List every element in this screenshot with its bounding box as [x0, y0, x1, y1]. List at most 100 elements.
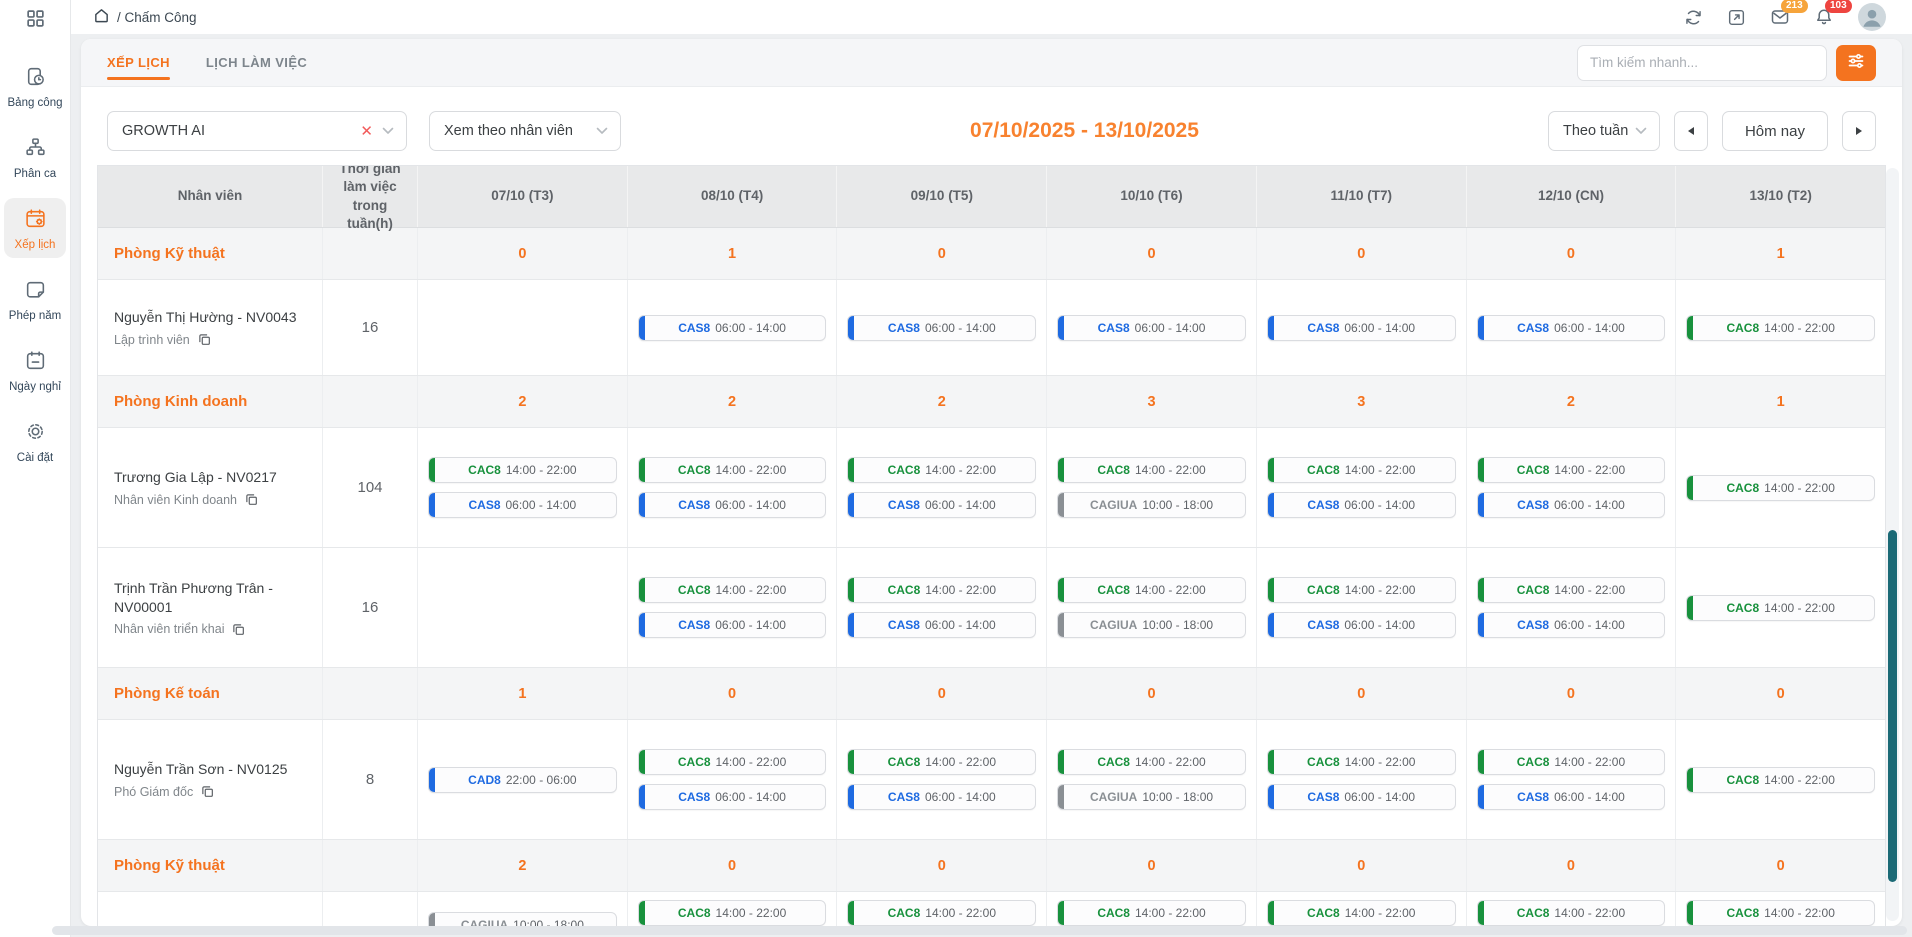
home-icon[interactable]: [93, 7, 110, 27]
shift-chip[interactable]: CAS806:00 - 14:00: [1477, 784, 1666, 810]
search-input[interactable]: [1577, 45, 1827, 81]
sidebar-item-bang-cong[interactable]: Bảng công: [4, 56, 66, 116]
shift-chip[interactable]: CAC814:00 - 22:00: [1057, 749, 1246, 775]
schedule-day-cell[interactable]: CAC814:00 - 22:00: [1676, 892, 1885, 926]
sidebar-item-phep-nam[interactable]: Phép năm: [4, 269, 66, 329]
shift-chip[interactable]: CAGIUA10:00 - 18:00: [428, 912, 617, 926]
schedule-day-cell[interactable]: CAC814:00 - 22:00 CAS806:00 - 14:00: [1467, 428, 1677, 547]
schedule-day-cell[interactable]: CAS806:00 - 14:00: [1467, 280, 1677, 375]
prev-week-button[interactable]: [1674, 111, 1708, 151]
shift-chip[interactable]: CAS806:00 - 14:00: [1267, 492, 1456, 518]
schedule-day-cell[interactable]: CAC814:00 - 22:00: [1676, 548, 1885, 667]
today-button[interactable]: Hôm nay: [1722, 111, 1828, 151]
schedule-day-cell[interactable]: CAC814:00 - 22:00 CAS806:00 - 14:00: [628, 720, 838, 839]
shift-chip[interactable]: CAS806:00 - 14:00: [638, 784, 827, 810]
horizontal-scrollbar[interactable]: [52, 926, 1907, 935]
app-grid-icon[interactable]: [25, 8, 46, 32]
shift-chip[interactable]: CAC814:00 - 22:00: [847, 457, 1036, 483]
schedule-day-cell[interactable]: CAD822:00 - 06:00: [418, 720, 628, 839]
shift-chip[interactable]: CAC814:00 - 22:00: [847, 900, 1036, 926]
shift-chip[interactable]: CAC814:00 - 22:00: [1477, 457, 1666, 483]
copy-icon[interactable]: [198, 333, 211, 346]
schedule-day-cell[interactable]: CAC814:00 - 22:00 CAS806:00 - 14:00: [418, 428, 628, 547]
schedule-day-cell[interactable]: CAS806:00 - 14:00: [1047, 280, 1257, 375]
shift-chip[interactable]: CAC814:00 - 22:00: [428, 457, 617, 483]
shift-chip[interactable]: CAC814:00 - 22:00: [847, 749, 1036, 775]
shift-chip[interactable]: CAS806:00 - 14:00: [428, 492, 617, 518]
shift-chip[interactable]: CAC814:00 - 22:00: [1477, 577, 1666, 603]
shift-chip[interactable]: CAS806:00 - 14:00: [638, 612, 827, 638]
schedule-day-cell[interactable]: CAC814:00 - 22:00: [1676, 428, 1885, 547]
shift-chip[interactable]: CAS806:00 - 14:00: [847, 784, 1036, 810]
shift-chip[interactable]: CAC814:00 - 22:00: [1686, 900, 1875, 926]
sidebar-item-phan-ca[interactable]: Phân ca: [4, 127, 66, 187]
schedule-day-cell[interactable]: CAC814:00 - 22:00CAS806:00 - 14:00: [628, 548, 838, 667]
shift-chip[interactable]: CAC814:00 - 22:00: [1267, 749, 1456, 775]
tab-xep-lich[interactable]: XẾP LỊCH: [107, 39, 170, 86]
fullscreen-icon[interactable]: [1727, 8, 1746, 27]
schedule-day-cell[interactable]: CAGIUA10:00 - 18:00: [418, 892, 628, 926]
shift-chip[interactable]: CAC814:00 - 22:00: [1057, 900, 1246, 926]
schedule-day-cell[interactable]: [418, 548, 628, 667]
schedule-day-cell[interactable]: CAS806:00 - 14:00: [628, 280, 838, 375]
department-select[interactable]: GROWTH AI ✕: [107, 111, 407, 151]
schedule-day-cell[interactable]: CAC814:00 - 22:00: [628, 892, 838, 926]
shift-chip[interactable]: CAC814:00 - 22:00: [1057, 577, 1246, 603]
schedule-day-cell[interactable]: CAC814:00 - 22:00CAS806:00 - 14:00: [1467, 720, 1677, 839]
shift-chip[interactable]: CAS806:00 - 14:00: [638, 315, 827, 341]
shift-chip[interactable]: CAC814:00 - 22:00: [847, 577, 1036, 603]
view-mode-select[interactable]: Xem theo nhân viên: [429, 111, 621, 151]
shift-chip[interactable]: CAC814:00 - 22:00: [1686, 475, 1875, 501]
shift-chip[interactable]: CAC814:00 - 22:00: [638, 457, 827, 483]
shift-chip[interactable]: CAC814:00 - 22:00: [1267, 457, 1456, 483]
shift-chip[interactable]: CAC814:00 - 22:00: [1477, 900, 1666, 926]
shift-chip[interactable]: CAGIUA10:00 - 18:00: [1057, 612, 1246, 638]
copy-icon[interactable]: [201, 785, 214, 798]
schedule-day-cell[interactable]: CAC814:00 - 22:00 CAGIUA10:00 - 18:00: [1047, 548, 1257, 667]
schedule-day-cell[interactable]: CAC814:00 - 22:00CAS806:00 - 14:00: [837, 428, 1047, 547]
shift-chip[interactable]: CAD822:00 - 06:00: [428, 767, 617, 793]
shift-chip[interactable]: CAC814:00 - 22:00: [1686, 595, 1875, 621]
refresh-icon[interactable]: [1684, 8, 1703, 27]
schedule-day-cell[interactable]: CAC814:00 - 22:00: [837, 892, 1047, 926]
schedule-day-cell[interactable]: CAC814:00 - 22:00 CAS806:00 - 14:00: [1467, 548, 1677, 667]
tab-lich-lam-viec[interactable]: LỊCH LÀM VIỆC: [206, 39, 307, 86]
shift-chip[interactable]: CAS806:00 - 14:00: [1477, 612, 1666, 638]
schedule-day-cell[interactable]: CAC814:00 - 22:00 CAS806:00 - 14:00: [1257, 720, 1467, 839]
shift-chip[interactable]: CAS806:00 - 14:00: [1477, 315, 1666, 341]
shift-chip[interactable]: CAS806:00 - 14:00: [638, 492, 827, 518]
shift-chip[interactable]: CAC814:00 - 22:00: [1057, 457, 1246, 483]
schedule-day-cell[interactable]: CAC814:00 - 22:00 CAS806:00 - 14:00: [1257, 428, 1467, 547]
shift-chip[interactable]: CAC814:00 - 22:00: [638, 749, 827, 775]
shift-chip[interactable]: CAS806:00 - 14:00: [1267, 315, 1456, 341]
schedule-day-cell[interactable]: CAC814:00 - 22:00CAS806:00 - 14:00: [837, 548, 1047, 667]
schedule-day-cell[interactable]: CAC814:00 - 22:00 CAGIUA10:00 - 18:00: [1047, 428, 1257, 547]
copy-icon[interactable]: [245, 493, 258, 506]
schedule-day-cell[interactable]: CAC814:00 - 22:00 CAS806:00 - 14:00: [1257, 548, 1467, 667]
shift-chip[interactable]: CAS806:00 - 14:00: [1267, 612, 1456, 638]
shift-chip[interactable]: CAC814:00 - 22:00: [1267, 577, 1456, 603]
shift-chip[interactable]: CAC814:00 - 22:00: [638, 900, 827, 926]
clear-icon[interactable]: ✕: [360, 122, 373, 140]
schedule-day-cell[interactable]: CAC814:00 - 22:00: [1676, 280, 1885, 375]
shift-chip[interactable]: CAS806:00 - 14:00: [847, 315, 1036, 341]
schedule-day-cell[interactable]: CAC814:00 - 22:00: [1676, 720, 1885, 839]
mail-icon[interactable]: 213: [1770, 7, 1790, 27]
period-select[interactable]: Theo tuần: [1548, 111, 1660, 151]
schedule-day-cell[interactable]: CAC814:00 - 22:00: [1467, 892, 1677, 926]
shift-chip[interactable]: CAC814:00 - 22:00: [1686, 767, 1875, 793]
bell-icon[interactable]: 103: [1814, 7, 1834, 27]
shift-chip[interactable]: CAS806:00 - 14:00: [1267, 784, 1456, 810]
copy-icon[interactable]: [232, 623, 245, 636]
schedule-day-cell[interactable]: CAC814:00 - 22:00: [1047, 892, 1257, 926]
shift-chip[interactable]: CAC814:00 - 22:00: [1267, 900, 1456, 926]
shift-chip[interactable]: CAGIUA10:00 - 18:00: [1057, 492, 1246, 518]
next-week-button[interactable]: [1842, 111, 1876, 151]
filter-button[interactable]: [1836, 45, 1876, 81]
schedule-day-cell[interactable]: CAC814:00 - 22:00 CAS806:00 - 14:00: [837, 720, 1047, 839]
sidebar-item-ngay-nghi[interactable]: Ngày nghỉ: [4, 340, 66, 400]
schedule-day-cell[interactable]: [418, 280, 628, 375]
shift-chip[interactable]: CAS806:00 - 14:00: [1477, 492, 1666, 518]
shift-chip[interactable]: CAS806:00 - 14:00: [1057, 315, 1246, 341]
schedule-day-cell[interactable]: CAC814:00 - 22:00: [1257, 892, 1467, 926]
